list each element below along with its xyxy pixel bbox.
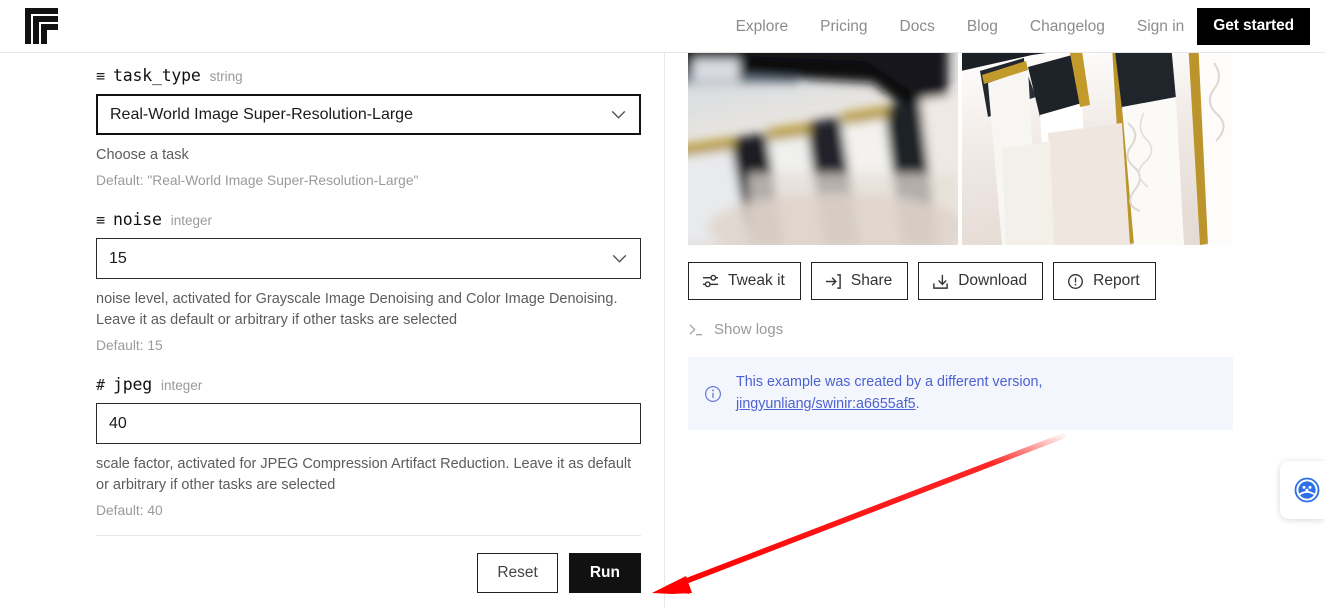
- jpeg-default: Default: 40: [96, 503, 163, 519]
- chevron-down-icon: [612, 254, 627, 263]
- download-label: Download: [958, 272, 1028, 289]
- nav-docs[interactable]: Docs: [900, 18, 935, 36]
- version-notice-text: This example was created by a different …: [736, 372, 1042, 415]
- form-divider: [96, 535, 641, 537]
- share-icon: [825, 273, 841, 289]
- share-button[interactable]: Share: [810, 262, 909, 300]
- field-type: string: [209, 69, 243, 84]
- field-type: integer: [170, 213, 212, 229]
- page-root: Explore Pricing Docs Blog Changelog Sign…: [0, 0, 1325, 608]
- version-notice-banner: This example was created by a different …: [688, 357, 1233, 431]
- nav-changelog[interactable]: Changelog: [1030, 18, 1105, 36]
- jpeg-value: 40: [109, 414, 127, 432]
- task-type-help: Choose a task: [96, 147, 189, 163]
- show-logs-toggle[interactable]: Show logs: [688, 321, 783, 338]
- field-noise: ≡ noise integer 15 noise level, activate…: [96, 210, 641, 353]
- sliders-icon: [702, 274, 719, 287]
- noise-select[interactable]: 15: [96, 238, 641, 280]
- form-actions: Reset Run: [96, 553, 641, 594]
- nav-explore[interactable]: Explore: [736, 18, 789, 36]
- prediction-output-panel: Tweak it Share Download Report Show logs…: [688, 53, 1233, 431]
- task-type-value: Real-World Image Super-Resolution-Large: [110, 105, 413, 123]
- field-jpeg: # jpeg integer 40 scale factor, activate…: [96, 375, 641, 518]
- enum-glyph-icon: ≡: [96, 211, 106, 230]
- get-started-button[interactable]: Get started: [1197, 8, 1310, 45]
- download-button[interactable]: Download: [918, 262, 1044, 300]
- share-label: Share: [850, 272, 893, 289]
- number-glyph-icon: #: [96, 376, 106, 395]
- primary-nav: Explore Pricing Docs Blog Changelog Sign…: [736, 0, 1325, 53]
- task-type-select[interactable]: Real-World Image Super-Resolution-Large: [96, 94, 641, 135]
- report-label: Report: [1093, 272, 1140, 289]
- version-notice-message: This example was created by a different …: [736, 374, 1043, 390]
- exclamation-circle-icon: [1068, 273, 1084, 289]
- output-action-buttons: Tweak it Share Download Report: [688, 262, 1233, 300]
- enum-glyph-icon: ≡: [96, 67, 106, 85]
- noise-help: noise level, activated for Grayscale Ima…: [96, 291, 618, 329]
- output-image-after[interactable]: [962, 53, 1232, 245]
- field-jpeg-label: # jpeg integer: [96, 375, 641, 394]
- chevron-down-icon: [611, 110, 626, 119]
- column-divider: [664, 53, 665, 608]
- jpeg-input[interactable]: 40: [96, 403, 641, 445]
- run-button[interactable]: Run: [568, 553, 641, 594]
- field-task-type: ≡ task_type string Real-World Image Supe…: [96, 66, 641, 188]
- chat-widget-icon: [1294, 477, 1320, 503]
- field-type: integer: [160, 378, 203, 394]
- field-name: jpeg: [113, 375, 152, 395]
- version-notice-suffix: .: [915, 395, 920, 412]
- noise-default: Default: 15: [96, 338, 163, 354]
- field-task-type-label: ≡ task_type string: [96, 66, 641, 85]
- site-header: Explore Pricing Docs Blog Changelog Sign…: [0, 0, 1325, 53]
- nav-blog[interactable]: Blog: [967, 18, 998, 36]
- field-name: task_type: [113, 66, 201, 85]
- jpeg-help: scale factor, activated for JPEG Compres…: [96, 456, 632, 494]
- field-noise-label: ≡ noise integer: [96, 210, 641, 229]
- download-icon: [933, 274, 949, 289]
- prediction-input-form: ≡ task_type string Real-World Image Supe…: [96, 53, 641, 594]
- output-image-before[interactable]: [688, 53, 958, 245]
- tweak-it-label: Tweak it: [728, 272, 785, 289]
- output-image-pair: [688, 53, 1233, 245]
- task-type-default: Default: "Real-World Image Super-Resolut…: [96, 173, 419, 189]
- annotation-arrow: [652, 433, 1066, 594]
- reset-button[interactable]: Reset: [477, 553, 558, 594]
- report-button[interactable]: Report: [1053, 262, 1156, 300]
- nav-pricing[interactable]: Pricing: [820, 18, 867, 36]
- tweak-it-button[interactable]: Tweak it: [688, 262, 801, 300]
- show-logs-label: Show logs: [714, 321, 784, 338]
- field-name: noise: [113, 210, 162, 230]
- chat-widget-button[interactable]: [1280, 461, 1325, 519]
- nav-sign-in[interactable]: Sign in: [1137, 18, 1184, 36]
- noise-value: 15: [109, 249, 127, 267]
- replicate-logo[interactable]: [25, 8, 58, 44]
- version-notice-link[interactable]: jingyunliang/swinir:a6655af5: [736, 396, 916, 412]
- terminal-prompt-icon: [689, 324, 703, 336]
- info-circle-icon: [704, 385, 722, 402]
